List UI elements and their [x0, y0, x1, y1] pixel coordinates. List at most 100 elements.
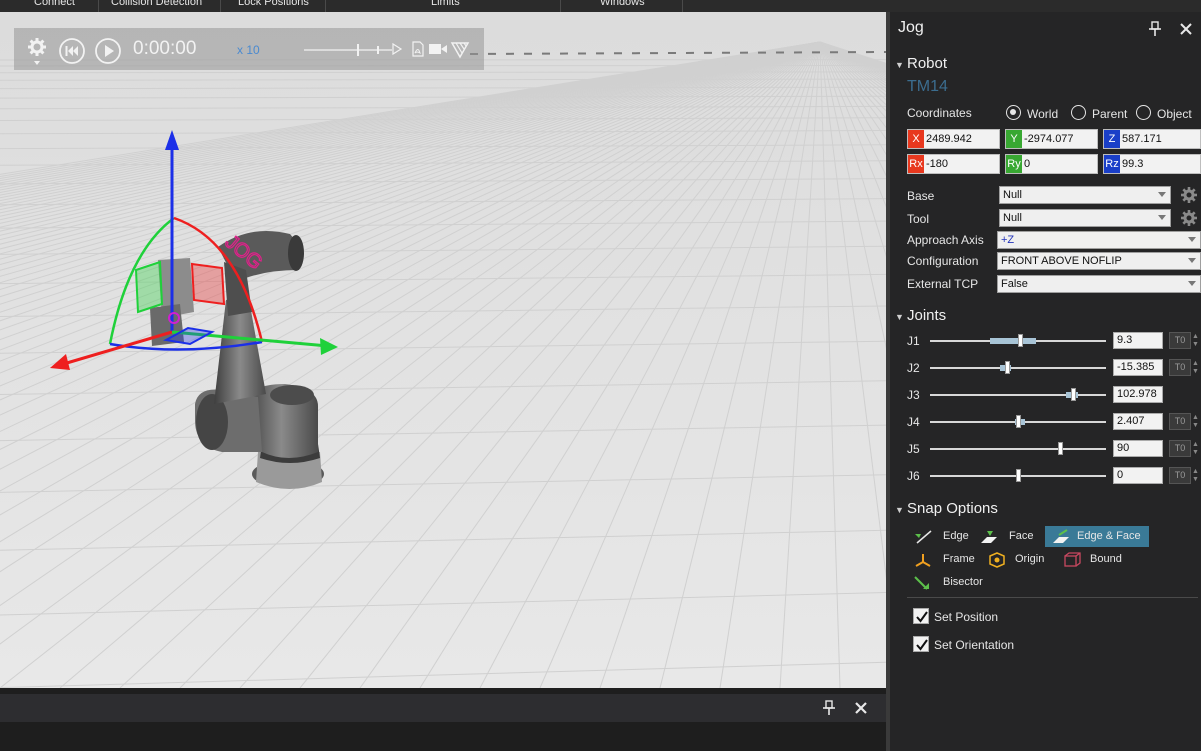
- joint-value-input[interactable]: -15.385: [1113, 359, 1163, 376]
- coord-x-field[interactable]: X 2489.942: [907, 129, 1000, 149]
- coord-rz-field[interactable]: Rz 99.3: [1103, 154, 1201, 174]
- radio-world[interactable]: [1006, 105, 1021, 120]
- joint-slider-thumb[interactable]: [1058, 442, 1064, 455]
- joint-value-input[interactable]: 102.978: [1113, 386, 1163, 403]
- external-tcp-select[interactable]: False: [997, 275, 1201, 293]
- radio-object-label[interactable]: Object: [1157, 107, 1192, 121]
- set-position-label[interactable]: Set Position: [934, 610, 998, 624]
- check-icon: [916, 611, 928, 623]
- joint-value-input[interactable]: 2.407: [1113, 413, 1163, 430]
- ribbon-windows[interactable]: Windows: [600, 0, 645, 8]
- snap-edge-and-face-label: Edge & Face: [1077, 530, 1141, 542]
- joint-t0-field[interactable]: T0: [1169, 413, 1191, 430]
- joint-slider-thumb[interactable]: [1016, 415, 1021, 428]
- joint-slider-thumb[interactable]: [1016, 469, 1021, 482]
- pin-icon[interactable]: [822, 700, 836, 716]
- radio-object[interactable]: [1136, 105, 1151, 120]
- section-joints[interactable]: Joints: [907, 307, 946, 324]
- export-pdf-icon[interactable]: [410, 40, 426, 58]
- spin-up-icon[interactable]: ▲: [1192, 441, 1199, 448]
- base-settings-gear-icon[interactable]: [1180, 186, 1198, 204]
- snap-bound-label: Bound: [1090, 553, 1122, 565]
- settings-gear-icon[interactable]: [26, 36, 48, 66]
- joint-t0-field[interactable]: T0: [1169, 359, 1191, 376]
- section-snap-options[interactable]: Snap Options: [907, 500, 998, 517]
- pin-icon[interactable]: [1148, 21, 1162, 37]
- set-position-checkbox[interactable]: [913, 608, 929, 624]
- ribbon-limits[interactable]: Limits: [431, 0, 460, 8]
- snap-face[interactable]: Face: [973, 526, 1041, 547]
- snap-bisector[interactable]: Bisector: [907, 572, 983, 593]
- joint-value-input[interactable]: 0: [1113, 467, 1163, 484]
- configuration-label: Configuration: [907, 254, 979, 268]
- gizmo-plane-yz[interactable]: [134, 260, 164, 314]
- snap-edge[interactable]: Edge: [907, 526, 971, 547]
- spin-up-icon[interactable]: ▲: [1192, 333, 1199, 340]
- radio-world-label[interactable]: World: [1027, 107, 1058, 121]
- joint-value-input[interactable]: 90: [1113, 440, 1163, 457]
- playback-speed-slider[interactable]: [302, 42, 398, 58]
- base-select[interactable]: Null: [999, 186, 1171, 204]
- radio-parent-label[interactable]: Parent: [1092, 107, 1127, 121]
- snap-bound[interactable]: Bound: [1056, 549, 1128, 570]
- collapse-triangle-icon[interactable]: ▼: [895, 312, 904, 322]
- joint-slider-thumb[interactable]: [1017, 334, 1023, 347]
- snap-bisector-icon: [914, 576, 929, 590]
- joint-slider-thumb[interactable]: [1005, 361, 1011, 374]
- snap-origin[interactable]: Origin: [981, 549, 1049, 570]
- snap-frame-label: Frame: [943, 553, 975, 565]
- coord-z-field[interactable]: Z 587.171: [1103, 129, 1201, 149]
- tool-settings-gear-icon[interactable]: [1180, 209, 1198, 227]
- snap-edge-and-face[interactable]: Edge & Face: [1045, 526, 1149, 547]
- section-robot[interactable]: Robot: [907, 55, 947, 72]
- coord-y-field[interactable]: Y -2974.077: [1005, 129, 1098, 149]
- render-mode-icon[interactable]: [450, 39, 470, 59]
- spin-up-icon[interactable]: ▲: [1192, 414, 1199, 421]
- spin-down-icon[interactable]: ▼: [1192, 422, 1199, 429]
- record-video-icon[interactable]: [428, 42, 448, 56]
- close-icon[interactable]: [1179, 22, 1193, 36]
- spin-down-icon[interactable]: ▼: [1192, 449, 1199, 456]
- coord-ry-field[interactable]: Ry 0: [1005, 154, 1098, 174]
- playback-speed[interactable]: x 10: [237, 43, 260, 57]
- collapse-triangle-icon[interactable]: ▼: [895, 60, 904, 70]
- joint-value-input[interactable]: 9.3: [1113, 332, 1163, 349]
- spin-down-icon[interactable]: ▼: [1192, 476, 1199, 483]
- approach-axis-select[interactable]: +Z: [997, 231, 1201, 249]
- 3d-viewport[interactable]: JOG 0:00:00 x 10: [0, 12, 886, 688]
- collapse-triangle-icon[interactable]: ▼: [895, 505, 904, 515]
- radio-parent[interactable]: [1071, 105, 1086, 120]
- joint-slider-track[interactable]: [930, 394, 1106, 396]
- configuration-select[interactable]: FRONT ABOVE NOFLIP: [997, 252, 1201, 270]
- joint-t0-field[interactable]: T0: [1169, 440, 1191, 457]
- set-orientation-label[interactable]: Set Orientation: [934, 638, 1014, 652]
- tool-select[interactable]: Null: [999, 209, 1171, 227]
- gizmo-plane-xz[interactable]: [190, 262, 226, 306]
- spin-up-icon[interactable]: ▲: [1192, 360, 1199, 367]
- scene-canvas[interactable]: JOG: [0, 12, 886, 688]
- jog-panel-title: Jog: [898, 19, 924, 36]
- set-orientation-checkbox[interactable]: [913, 636, 929, 652]
- joint-label: J1: [907, 334, 920, 348]
- spin-down-icon[interactable]: ▼: [1192, 368, 1199, 375]
- joint-t0-field[interactable]: T0: [1169, 467, 1191, 484]
- joint-slider-track[interactable]: [930, 367, 1106, 369]
- ribbon-lock-positions[interactable]: Lock Positions: [238, 0, 309, 8]
- coord-rx-field[interactable]: Rx -180: [907, 154, 1000, 174]
- joint-t0-field[interactable]: T0: [1169, 332, 1191, 349]
- tool-label: Tool: [907, 212, 930, 226]
- spin-down-icon[interactable]: ▼: [1192, 341, 1199, 348]
- play-icon[interactable]: [94, 37, 122, 65]
- ribbon-connect[interactable]: Connect: [34, 0, 75, 8]
- chevron-down-icon: [1158, 215, 1166, 220]
- joint-slider-track[interactable]: [930, 448, 1106, 450]
- spin-up-icon[interactable]: ▲: [1192, 468, 1199, 475]
- playback-time: 0:00:00: [133, 38, 197, 59]
- rewind-icon[interactable]: [58, 37, 86, 65]
- coord-y-tag: Y: [1006, 130, 1022, 148]
- close-icon[interactable]: [854, 701, 868, 715]
- joint-slider-thumb[interactable]: [1070, 388, 1076, 401]
- ribbon-collision-detection[interactable]: Collision Detection: [111, 0, 202, 8]
- step-forward-icon[interactable]: [390, 41, 404, 57]
- snap-frame[interactable]: Frame: [907, 549, 975, 570]
